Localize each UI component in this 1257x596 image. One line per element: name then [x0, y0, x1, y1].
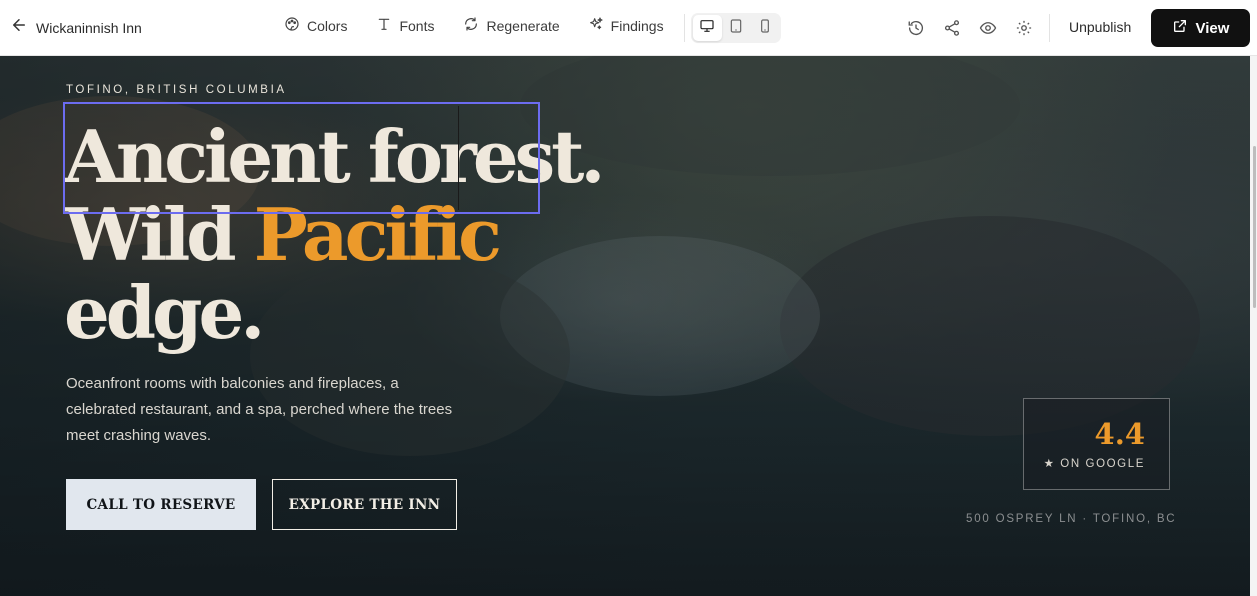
- desktop-view-button[interactable]: [693, 15, 722, 41]
- back-link[interactable]: Wickaninnish Inn: [10, 16, 142, 39]
- view-label: View: [1195, 19, 1230, 37]
- headline-line-3[interactable]: edge.: [64, 274, 601, 352]
- regenerate-label: Regenerate: [486, 17, 560, 34]
- refresh-icon: [463, 16, 479, 35]
- mobile-icon: [757, 18, 773, 39]
- findings-button[interactable]: Findings: [588, 16, 664, 35]
- call-to-reserve-button[interactable]: CALL TO RESERVE: [66, 479, 256, 530]
- colors-button[interactable]: Colors: [284, 16, 347, 35]
- explore-inn-button[interactable]: EXPLORE THE INN: [272, 479, 457, 530]
- history-button[interactable]: [907, 19, 925, 37]
- fonts-label: Fonts: [399, 17, 435, 34]
- mobile-view-button[interactable]: [750, 15, 779, 41]
- editor-selection-outline: [63, 102, 540, 214]
- preview-button[interactable]: [979, 19, 997, 37]
- tablet-icon: [728, 18, 744, 39]
- type-icon: [376, 16, 392, 35]
- scrollbar-thumb[interactable]: [1253, 146, 1256, 308]
- hero-description: Oceanfront rooms with balconies and fire…: [66, 375, 453, 444]
- eye-icon: [979, 22, 997, 41]
- rating-card: 4.4 ★ ON GOOGLE: [1023, 398, 1170, 490]
- colors-label: Colors: [307, 17, 348, 34]
- hero-address: 500 OSPREY LN · TOFINO, BC: [966, 513, 1177, 525]
- palette-icon: [284, 16, 300, 35]
- external-link-icon: [1172, 18, 1188, 38]
- tablet-view-button[interactable]: [722, 15, 751, 41]
- text-cursor: [458, 106, 459, 210]
- site-name: Wickaninnish Inn: [36, 19, 142, 36]
- share-icon: [943, 20, 961, 41]
- fonts-button[interactable]: Fonts: [376, 16, 434, 35]
- share-button[interactable]: [943, 19, 961, 37]
- regenerate-button[interactable]: Regenerate: [463, 16, 560, 35]
- history-icon: [907, 21, 925, 41]
- sparkles-icon: [588, 16, 604, 35]
- rating-source: ★ ON GOOGLE: [1043, 458, 1145, 470]
- editor-tools: Colors Fonts Regenerate Findings: [284, 16, 664, 35]
- arrow-left-icon: [10, 16, 28, 39]
- desktop-icon: [699, 18, 715, 39]
- gear-icon: [1015, 20, 1033, 41]
- settings-button[interactable]: [1015, 19, 1033, 37]
- scrollbar-track[interactable]: [1250, 56, 1257, 596]
- toolbar-divider: [1049, 14, 1050, 42]
- findings-label: Findings: [610, 17, 664, 34]
- toolbar-divider: [684, 14, 685, 42]
- unpublish-button[interactable]: Unpublish: [1069, 19, 1131, 35]
- view-button[interactable]: View: [1151, 9, 1250, 47]
- editor-toolbar: Wickaninnish Inn Colors Fonts Regenerate…: [0, 0, 1257, 56]
- rating-score: 4.4: [1094, 417, 1145, 451]
- hero-eyebrow: TOFINO, BRITISH COLUMBIA: [66, 84, 287, 96]
- device-switcher: [691, 13, 781, 43]
